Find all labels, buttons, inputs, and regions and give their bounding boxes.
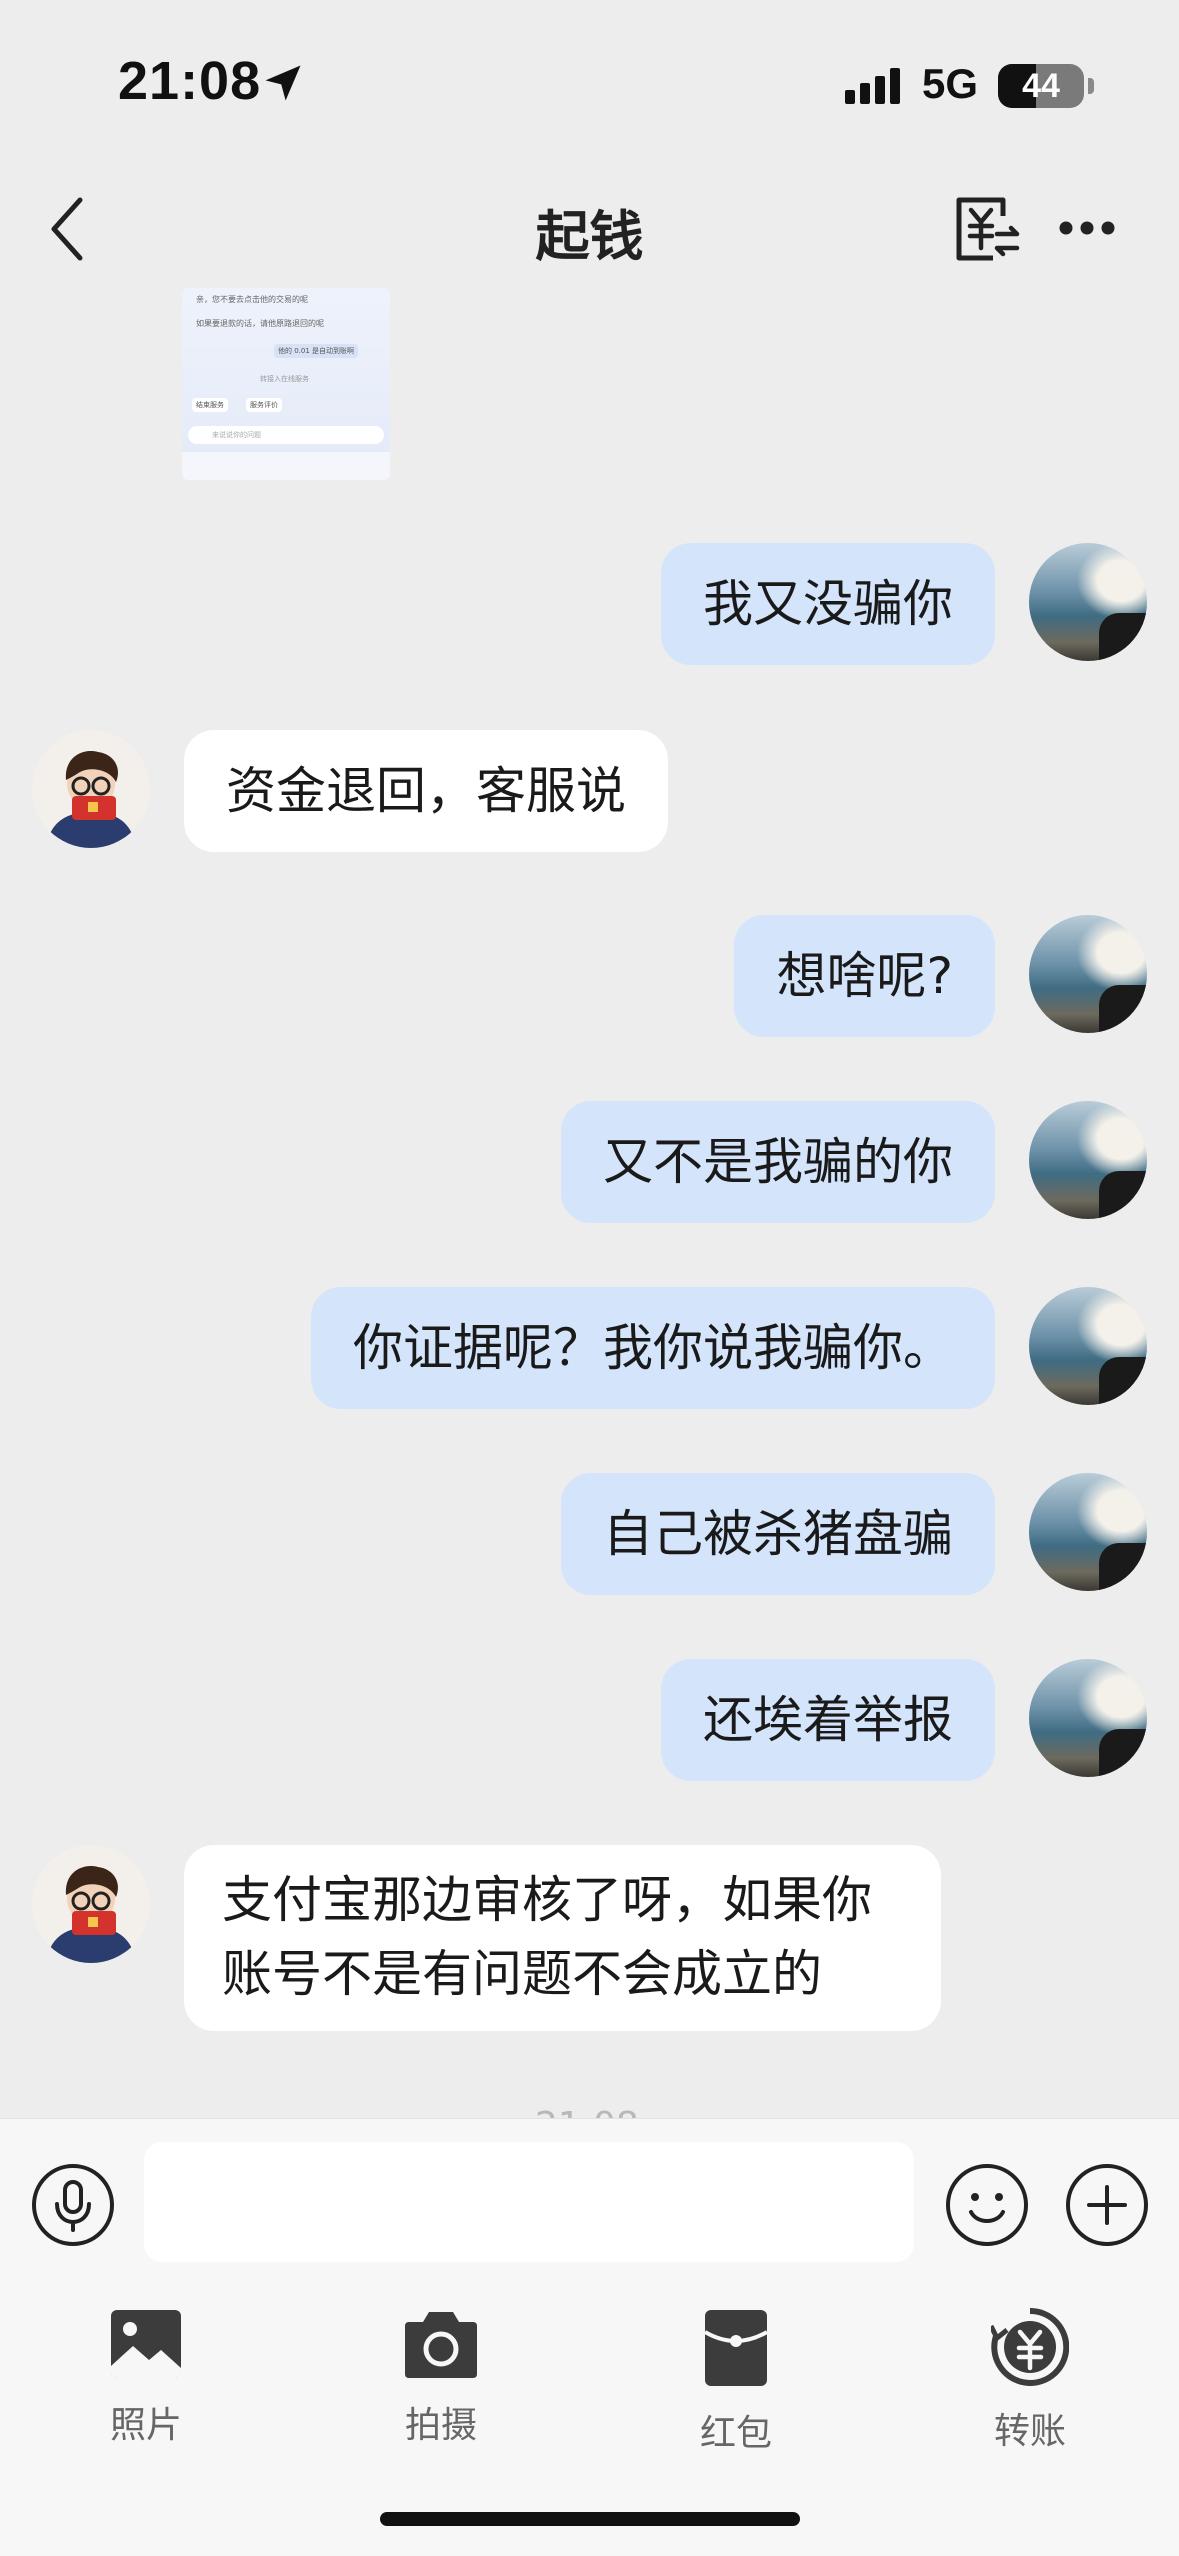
thumb-notice: 转接入在线服务: [260, 375, 309, 383]
my-avatar[interactable]: [1029, 1287, 1147, 1405]
red-packet-icon: [703, 2310, 769, 2386]
status-time: 21:08: [118, 51, 262, 111]
my-avatar[interactable]: [1029, 1101, 1147, 1219]
battery-icon: 44: [998, 64, 1084, 108]
more-options-icon[interactable]: [1058, 218, 1116, 238]
message-bubble-sent[interactable]: 想啥呢?: [734, 915, 995, 1037]
status-bar: 21:08 5G 44: [0, 0, 1179, 170]
home-indicator[interactable]: [380, 2512, 800, 2526]
thumb-chip: 结束服务: [192, 398, 228, 412]
signal-icon: [845, 68, 900, 104]
message-input[interactable]: [144, 2142, 914, 2262]
network-label: 5G: [922, 60, 979, 107]
tool-label: 拍摄: [404, 2405, 477, 2446]
camera-icon: [405, 2312, 477, 2378]
message-bubble-sent[interactable]: 还埃着举报: [661, 1659, 995, 1781]
plus-icon[interactable]: [1064, 2162, 1150, 2248]
tool-red-packet[interactable]: 红包: [636, 2298, 836, 2458]
photo-icon: [111, 2310, 181, 2378]
message-bubble-sent[interactable]: 又不是我骗的你: [561, 1101, 995, 1223]
tool-label: 红包: [699, 2413, 772, 2454]
message-bubble-sent[interactable]: 自己被杀猪盘骗: [561, 1473, 995, 1595]
battery-percent: 44: [1022, 67, 1060, 105]
message-bubble-received[interactable]: 资金退回，客服说: [184, 730, 668, 852]
my-avatar[interactable]: [1029, 1473, 1147, 1591]
transfer-header-icon[interactable]: [953, 196, 1023, 262]
emoji-icon[interactable]: [944, 2162, 1030, 2248]
my-avatar[interactable]: [1029, 1659, 1147, 1777]
voice-input-icon[interactable]: [30, 2162, 116, 2248]
transfer-icon: [991, 2308, 1069, 2386]
screenshot-image-message[interactable]: 亲，您不要去点击他的交易的呢 如果要退款的话，请他原路退回的呢 他的 0.01 …: [182, 288, 390, 480]
message-bubble-sent[interactable]: 我又没骗你: [661, 543, 995, 665]
thumb-footer: [182, 452, 390, 480]
thumb-text: 如果要退款的话，请他原路退回的呢: [196, 319, 324, 328]
battery-cap: [1088, 78, 1094, 94]
tool-label: 照片: [109, 2405, 182, 2446]
contact-avatar[interactable]: [32, 1845, 150, 1963]
thumb-chip: 服务评价: [246, 398, 282, 412]
location-arrow-icon: [265, 65, 301, 101]
contact-avatar[interactable]: [32, 730, 150, 848]
thumb-text: 亲，您不要去点击他的交易的呢: [196, 295, 308, 304]
tool-camera[interactable]: 拍摄: [341, 2298, 541, 2458]
message-bubble-sent[interactable]: 你证据呢？我你说我骗你。: [311, 1287, 995, 1409]
thumb-bubble: 他的 0.01 是自动到账啊: [274, 344, 359, 358]
message-bubble-received[interactable]: 支付宝那边审核了呀，如果你账号不是有问题不会成立的: [184, 1845, 941, 2031]
my-avatar[interactable]: [1029, 915, 1147, 1033]
tool-transfer[interactable]: 转账: [930, 2298, 1130, 2458]
tool-label: 转账: [993, 2411, 1066, 2452]
thumb-input: 来说说你的问题: [188, 426, 384, 444]
my-avatar[interactable]: [1029, 543, 1147, 661]
tool-photo[interactable]: 照片: [46, 2298, 246, 2458]
